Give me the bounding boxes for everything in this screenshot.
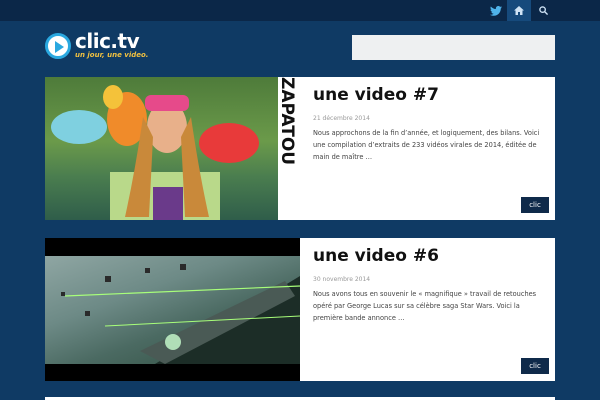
logo-name: clic.tv: [75, 29, 140, 53]
post-thumbnail[interactable]: [45, 238, 300, 381]
post-card: une video #6 30 novembre 2014 Nous avons…: [45, 238, 555, 381]
thumbnail-art: [61, 264, 300, 364]
thumbnail-scene: [45, 256, 300, 364]
logo-play-icon: [45, 33, 71, 59]
post-body: une video #6 30 novembre 2014 Nous avons…: [313, 238, 549, 381]
home-icon: [514, 6, 524, 15]
post-excerpt: Nous avons tous en souvenir le « magnifi…: [313, 290, 537, 322]
post-date: 30 novembre 2014: [313, 276, 371, 283]
post-title[interactable]: une video #7: [313, 85, 439, 105]
logo-tagline: un jour, une video.: [75, 51, 149, 59]
thumbnail-art: [51, 85, 259, 220]
thumbnail-side-banner: ZAPATOU: [277, 77, 300, 220]
site-logo[interactable]: clic.tv un jour, une video.: [45, 29, 165, 62]
post-title[interactable]: une video #6: [313, 246, 439, 266]
post-date: 21 décembre 2014: [313, 115, 370, 122]
read-more-button[interactable]: clic: [521, 358, 549, 374]
search-input[interactable]: [352, 35, 555, 60]
post-body: une video #7 21 décembre 2014 Nous appro…: [313, 77, 549, 220]
thumbnail-side-text: ZAPATOU: [277, 77, 297, 166]
top-bar: [0, 0, 600, 21]
read-more-button[interactable]: clic: [521, 197, 549, 213]
post-card: ZAPATOU une video #7 21 décembre 2014 No…: [45, 77, 555, 220]
home-button[interactable]: [507, 0, 531, 21]
search-icon: [538, 6, 548, 15]
search-button[interactable]: [531, 0, 555, 21]
twitter-icon: [490, 5, 502, 16]
post-excerpt: Nous approchons de la fin d’année, et lo…: [313, 129, 540, 161]
twitter-button[interactable]: [484, 0, 508, 21]
post-thumbnail[interactable]: ZAPATOU: [45, 77, 300, 220]
